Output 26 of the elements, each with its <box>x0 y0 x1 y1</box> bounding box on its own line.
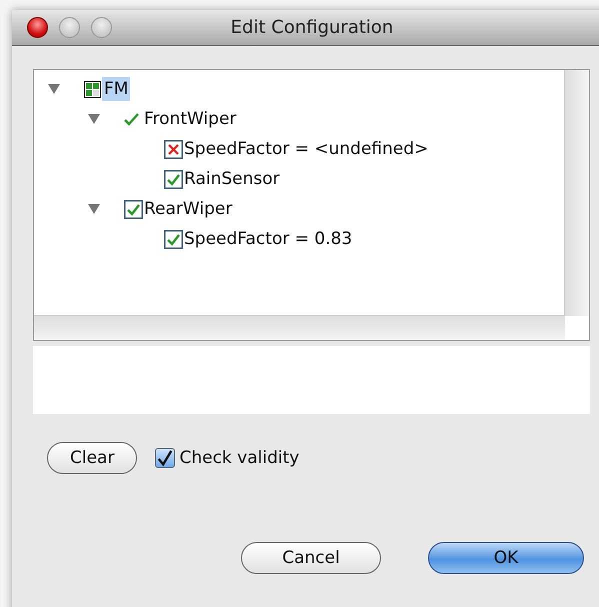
zoom-button[interactable] <box>91 17 112 38</box>
tree-item[interactable]: SpeedFactor = <undefined> <box>182 137 430 161</box>
checkbox-checked-icon <box>124 200 143 218</box>
checkbox-checked-icon <box>164 170 183 188</box>
grid-icon <box>84 80 101 98</box>
disclosure-triangle-icon[interactable] <box>88 114 100 124</box>
tree-item[interactable]: FM <box>102 77 130 101</box>
tree-item[interactable]: RainSensor <box>182 167 282 191</box>
error-box-icon <box>164 140 183 158</box>
checkbox-checked-icon <box>164 230 183 248</box>
disclosure-triangle-icon[interactable] <box>48 84 60 94</box>
tree-item[interactable]: RearWiper <box>142 197 234 221</box>
horizontal-scrollbar[interactable] <box>34 315 565 340</box>
window-title: Edit Configuration <box>230 17 394 38</box>
ok-button[interactable]: OK <box>428 542 584 574</box>
checkbox-label: Check validity <box>179 448 300 468</box>
disclosure-triangle-icon[interactable] <box>88 204 100 214</box>
vertical-scrollbar[interactable] <box>564 70 589 316</box>
tree-item[interactable]: FrontWiper <box>142 107 238 131</box>
clear-button[interactable]: Clear <box>47 442 138 474</box>
check-icon <box>124 112 139 126</box>
tree-item[interactable]: SpeedFactor = 0.83 <box>182 227 354 251</box>
minimize-button[interactable] <box>59 17 80 38</box>
close-button[interactable] <box>27 17 48 38</box>
checkbox[interactable] <box>155 448 176 468</box>
cancel-button[interactable]: Cancel <box>241 542 381 574</box>
